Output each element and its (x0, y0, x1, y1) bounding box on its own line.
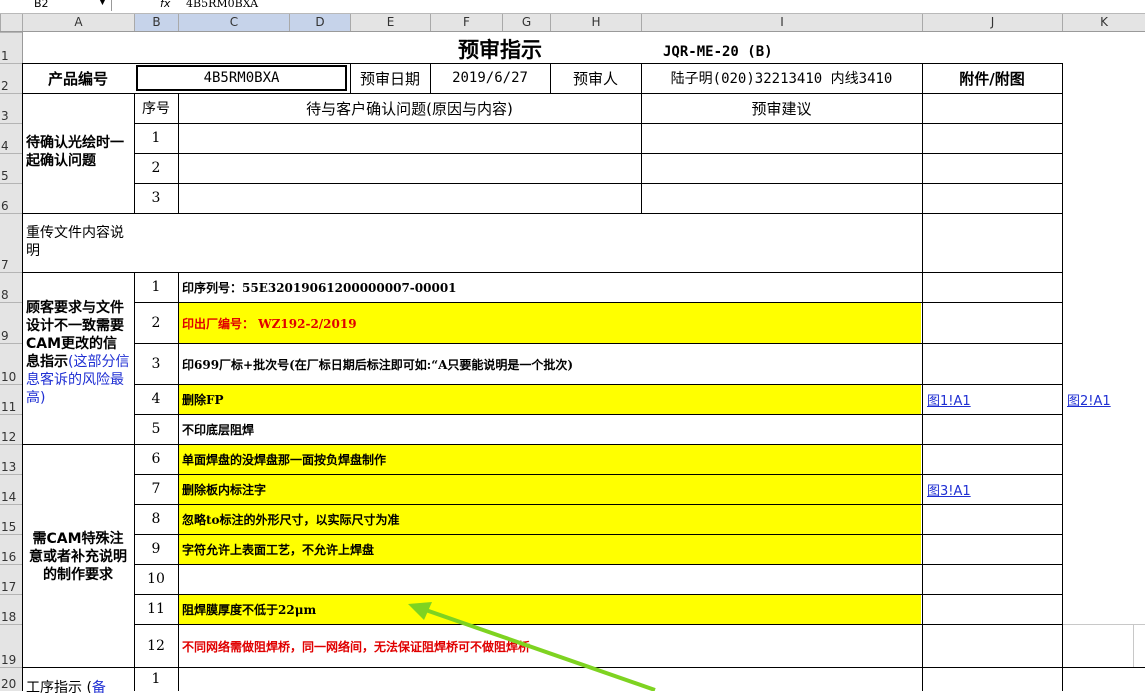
annotation-arrow (408, 602, 656, 691)
arrow-shaft (419, 606, 656, 691)
